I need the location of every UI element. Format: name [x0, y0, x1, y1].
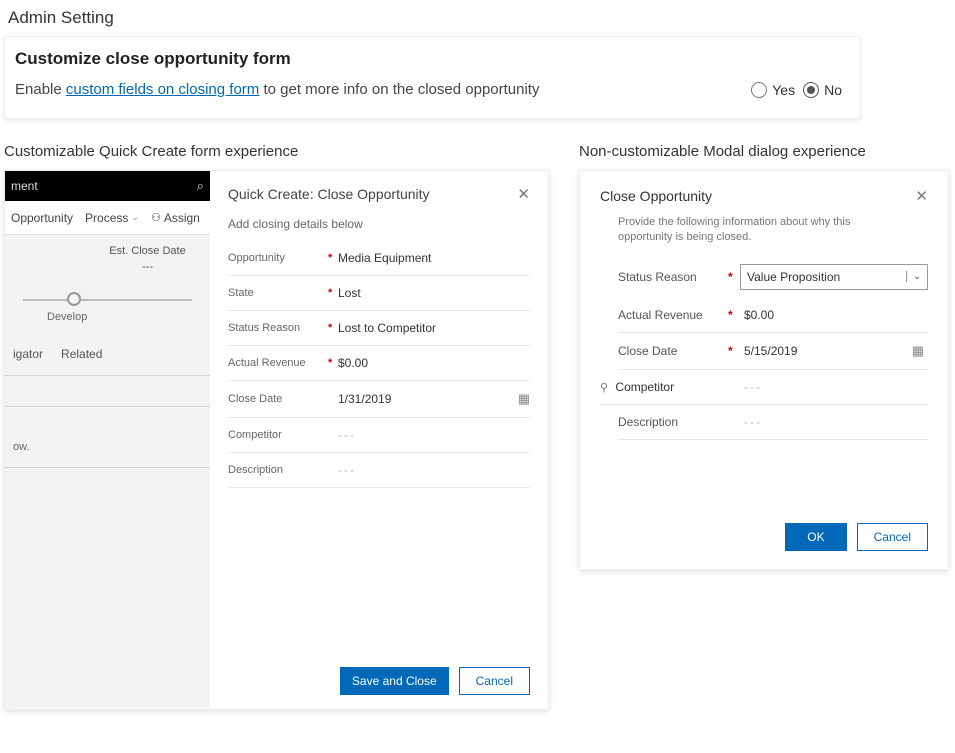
calendar-icon[interactable]: ▦: [912, 343, 924, 359]
cmd-assign-label: Assign: [164, 211, 200, 225]
tab-related[interactable]: Related: [61, 347, 102, 361]
md-close-date-field[interactable]: 5/15/2019 ▦: [740, 341, 928, 361]
cmd-opportunity[interactable]: Opportunity: [11, 211, 73, 225]
custom-fields-link[interactable]: custom fields on closing form: [66, 81, 259, 98]
md-actual-revenue-label: Actual Revenue: [618, 308, 728, 322]
cmd-process-label: Process: [85, 211, 128, 225]
modal-dialog-preview: Close Opportunity ✕ Provide the followin…: [579, 170, 949, 570]
admin-card-title: Customize close opportunity form: [15, 49, 842, 69]
radio-no-label: No: [824, 82, 842, 98]
fld-state-value[interactable]: Lost: [338, 286, 530, 300]
md-status-reason-select[interactable]: Value Proposition ⌄: [740, 264, 928, 290]
cmd-assign[interactable]: ⚇ Assign: [151, 211, 200, 225]
md-competitor-label: ⚲ Competitor: [600, 380, 728, 394]
md-actual-revenue-value[interactable]: $0.00: [740, 306, 928, 324]
qc-subtitle: Add closing details below: [228, 217, 530, 231]
tab-igator[interactable]: igator: [13, 347, 43, 361]
md-status-reason-value: Value Proposition: [747, 270, 840, 284]
md-description-label: Description: [618, 415, 728, 429]
fld-competitor-value[interactable]: ---: [338, 428, 530, 442]
admin-enable-text: Enable custom fields on closing form to …: [15, 81, 751, 98]
fld-status-reason-value[interactable]: Lost to Competitor: [338, 321, 530, 335]
close-icon[interactable]: ✕: [915, 187, 928, 205]
quick-create-background: ment ⌕ Opportunity Process ⌄ ⚇ Assign: [5, 171, 210, 709]
radio-yes[interactable]: Yes: [751, 82, 795, 98]
fld-close-date-value[interactable]: 1/31/2019: [338, 392, 518, 406]
quick-create-panel: Quick Create: Close Opportunity ✕ Add cl…: [210, 171, 548, 709]
cancel-button[interactable]: Cancel: [459, 667, 530, 695]
fld-status-reason-label: Status Reason: [228, 322, 328, 334]
ok-button[interactable]: OK: [785, 523, 846, 551]
radio-no[interactable]: No: [803, 82, 842, 98]
chevron-down-icon: ⌄: [906, 271, 921, 282]
fld-actual-revenue-label: Actual Revenue: [228, 357, 328, 369]
md-close-date-label: Close Date: [618, 344, 728, 358]
qc-panel-title: Quick Create: Close Opportunity: [228, 186, 430, 202]
person-icon: ⚇: [151, 211, 161, 224]
fld-state-label: State: [228, 287, 328, 299]
md-title: Close Opportunity: [600, 188, 712, 204]
chevron-down-icon: ⌄: [131, 212, 139, 223]
topbar-title: ment: [11, 179, 38, 193]
close-icon[interactable]: ✕: [517, 185, 530, 203]
admin-card: Customize close opportunity form Enable …: [4, 36, 861, 119]
md-subtitle: Provide the following information about …: [618, 215, 878, 246]
fld-competitor-label: Competitor: [228, 429, 328, 441]
calendar-icon[interactable]: ▦: [518, 391, 530, 407]
est-close-date-value: ---: [93, 261, 202, 273]
admin-heading: Admin Setting: [8, 8, 951, 28]
quick-create-preview: ment ⌕ Opportunity Process ⌄ ⚇ Assign: [4, 170, 549, 710]
md-status-reason-label: Status Reason: [618, 270, 728, 284]
md-competitor-label-text: Competitor: [615, 380, 674, 394]
search-icon[interactable]: ⌕: [197, 178, 204, 194]
est-close-date-label: Est. Close Date: [93, 245, 202, 257]
md-description-value[interactable]: ---: [740, 413, 928, 431]
cancel-button[interactable]: Cancel: [857, 523, 928, 551]
md-competitor-value[interactable]: ---: [740, 378, 928, 396]
lock-icon: ⚲: [600, 382, 608, 394]
fld-close-date-label: Close Date: [228, 393, 328, 405]
admin-enable-suffix: to get more info on the closed opportuni…: [259, 81, 539, 98]
fld-description-label: Description: [228, 464, 328, 476]
cmd-process[interactable]: Process ⌄: [85, 211, 139, 225]
bg-note: ow.: [5, 421, 210, 453]
fld-opportunity-label: Opportunity: [228, 252, 328, 264]
md-close-date-value: 5/15/2019: [744, 344, 797, 358]
left-column-title: Customizable Quick Create form experienc…: [4, 143, 549, 160]
fld-opportunity-value[interactable]: Media Equipment: [338, 251, 530, 265]
fld-description-value[interactable]: ---: [338, 463, 530, 477]
radio-yes-label: Yes: [772, 82, 795, 98]
admin-enable-prefix: Enable: [15, 81, 66, 98]
right-column-title: Non-customizable Modal dialog experience: [579, 143, 949, 160]
save-and-close-button[interactable]: Save and Close: [340, 667, 449, 695]
fld-actual-revenue-value[interactable]: $0.00: [338, 356, 530, 370]
stage-develop[interactable]: Develop: [47, 311, 202, 323]
